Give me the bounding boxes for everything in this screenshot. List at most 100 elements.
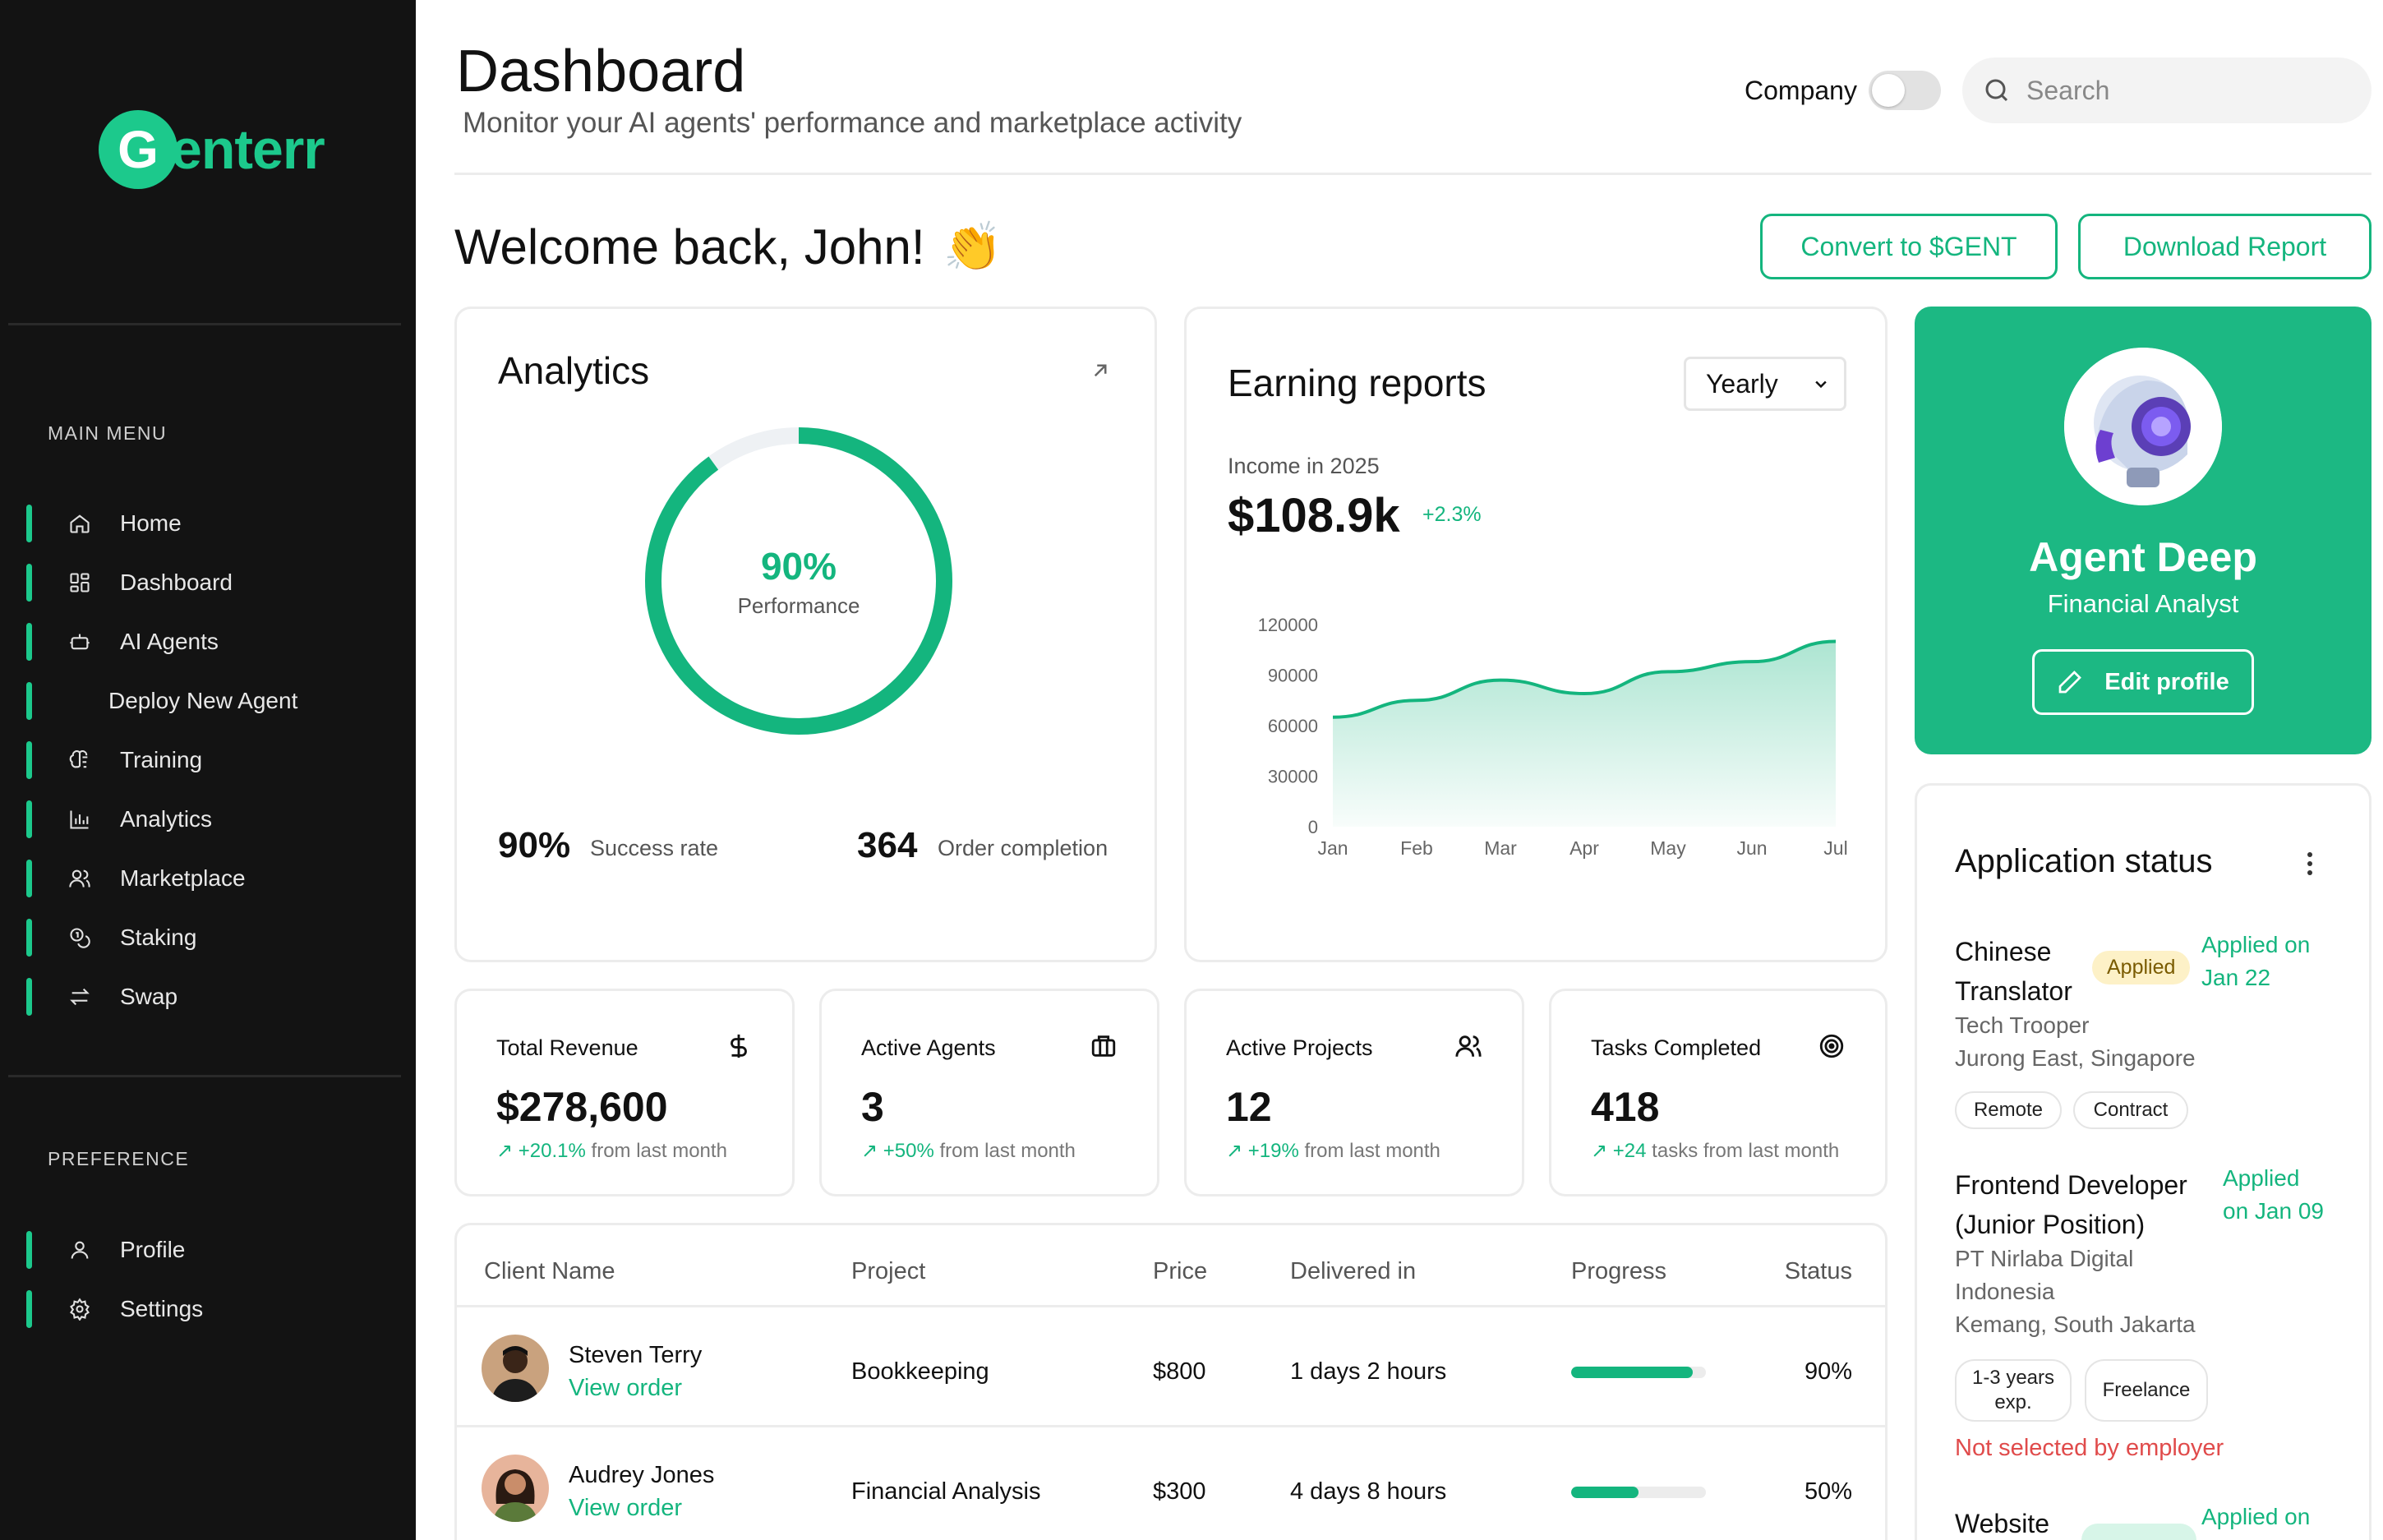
progress-fill	[1571, 1367, 1693, 1378]
kpi-change: ↗ +19% from last month	[1226, 1139, 1440, 1163]
more-options-icon[interactable]	[2302, 850, 2318, 883]
job-title-line: Website	[1955, 1509, 2050, 1538]
sidebar-item-home[interactable]: Home	[26, 505, 388, 542]
view-order-link[interactable]: View order	[569, 1495, 682, 1522]
kpi-change-value: +24	[1612, 1140, 1647, 1162]
donut-center: 90% Performance	[642, 424, 956, 738]
progress-fill	[1571, 1487, 1639, 1498]
view-order-link[interactable]: View order	[569, 1375, 682, 1402]
analytics-card: Analytics 90% Performance 90% Success ra…	[454, 307, 1157, 962]
kpi-change-suffix: from last month	[939, 1140, 1076, 1162]
delivered-cell: 4 days 8 hours	[1290, 1478, 1447, 1505]
column-header-project[interactable]: Project	[851, 1258, 925, 1285]
kpi-change: ↗ +20.1% from last month	[496, 1139, 727, 1163]
kpi-label: Active Projects	[1226, 1035, 1373, 1060]
price-cell: $800	[1153, 1358, 1206, 1385]
status-cell: 90%	[1804, 1358, 1852, 1385]
genterr-logo[interactable]: G enterr	[99, 110, 325, 189]
company-toggle[interactable]	[1869, 71, 1941, 110]
kpi-label: Total Revenue	[496, 1035, 638, 1060]
convert-to-gent-button[interactable]: Convert to $GENT	[1760, 214, 2058, 279]
column-header-status[interactable]: Status	[1785, 1258, 1852, 1285]
kpi-card-active-agents: Active Agents 3 ↗ +50% from last month	[819, 989, 1159, 1196]
main-menu-heading: MAIN MENU	[48, 422, 168, 444]
column-header-delivered[interactable]: Delivered in	[1290, 1258, 1416, 1285]
sidebar-item-swap[interactable]: Swap	[26, 978, 388, 1016]
avatar-photo	[482, 1455, 549, 1522]
earnings-area-chart: 120000 90000 60000 30000 0Jan Feb Mar Apr May Jun…	[1258, 615, 1848, 859]
applied-badge: Applied	[2092, 951, 2191, 984]
application-status-card: Application status Chinese Translator Ap…	[1915, 783, 2371, 1540]
y-tick-label: 60000	[1268, 716, 1318, 736]
sidebar-item-ai-agents[interactable]: AI Agents	[26, 623, 388, 661]
column-header-client[interactable]: Client Name	[484, 1258, 615, 1285]
progress-bar	[1571, 1487, 1706, 1498]
job-tag-line: 1-3 years	[1971, 1367, 2055, 1389]
performance-label: Performance	[737, 592, 860, 618]
sidebar-item-profile[interactable]: Profile	[26, 1231, 388, 1269]
agent-role: Financial Analyst	[2047, 589, 2239, 618]
avatar-photo	[482, 1335, 549, 1402]
sidebar-item-label: Dashboard	[120, 569, 233, 595]
job-company: Tech Trooper	[1955, 1012, 2090, 1038]
sidebar-item-deploy-new-agent[interactable]: Deploy New Agent	[26, 682, 388, 720]
y-tick-label: 0	[1308, 817, 1318, 837]
nav-indicator	[26, 800, 32, 838]
applied-date-line: Applied on	[2201, 1504, 2311, 1529]
download-report-button[interactable]: Download Report	[2078, 214, 2371, 279]
progress-bar	[1571, 1367, 1706, 1378]
job-title[interactable]: Chinese Translator	[1955, 932, 2072, 1011]
sidebar-item-label: AI Agents	[120, 629, 219, 654]
job-title[interactable]: Frontend Developer (Junior Position)	[1955, 1165, 2187, 1244]
column-header-price[interactable]: Price	[1153, 1258, 1207, 1285]
trend-up-icon: ↗	[496, 1140, 519, 1162]
kpi-change-suffix: from last month	[1304, 1140, 1440, 1162]
edit-profile-button[interactable]: Edit profile	[2032, 649, 2254, 715]
kpi-value: 12	[1226, 1084, 1272, 1130]
trend-up-icon: ↗	[1226, 1140, 1248, 1162]
client-name: Audrey Jones	[569, 1462, 715, 1488]
status-badge	[2081, 1524, 2196, 1540]
nav-indicator	[26, 741, 32, 779]
analytics-title: Analytics	[498, 349, 650, 392]
x-tick-label: Feb	[1400, 837, 1433, 859]
job-title-line: Chinese	[1955, 937, 2052, 966]
y-tick-label: 90000	[1268, 666, 1318, 686]
sidebar-item-label: Profile	[120, 1237, 186, 1262]
sidebar-divider	[8, 323, 401, 325]
x-tick-label: Apr	[1569, 837, 1599, 859]
job-title[interactable]: Website	[1955, 1504, 2049, 1540]
sidebar-item-label: Settings	[120, 1296, 204, 1321]
kpi-value: 3	[861, 1084, 884, 1130]
job-title-line: Frontend Developer	[1955, 1170, 2187, 1200]
users-icon	[67, 867, 92, 890]
table-header-divider	[457, 1305, 1885, 1307]
applied-date-line: Jan 22	[2201, 965, 2271, 990]
client-avatar	[482, 1455, 549, 1522]
welcome-heading: Welcome back, John! 👏	[454, 219, 1003, 275]
search-bar[interactable]	[1962, 58, 2371, 123]
sidebar-item-training[interactable]: Training	[26, 741, 388, 779]
applied-date-line: Applied on	[2201, 932, 2311, 957]
logo-wordmark: enterr	[171, 118, 325, 181]
period-select[interactable]: Yearly	[1684, 357, 1846, 411]
column-header-progress[interactable]: Progress	[1571, 1258, 1666, 1285]
sidebar-item-label: Swap	[120, 984, 178, 1009]
project-cell: Bookkeeping	[851, 1358, 989, 1385]
job-tag: Freelance	[2085, 1359, 2208, 1422]
kpi-card-total-revenue: Total Revenue $278,600 ↗ +20.1% from las…	[454, 989, 795, 1196]
sidebar-item-settings[interactable]: Settings	[26, 1290, 388, 1328]
toggle-knob	[1872, 74, 1905, 107]
kpi-change-value: +50%	[883, 1140, 934, 1162]
page-title: Dashboard	[456, 39, 746, 104]
sidebar-item-staking[interactable]: Staking	[26, 919, 388, 957]
home-icon	[67, 512, 92, 535]
sidebar-item-marketplace[interactable]: Marketplace	[26, 860, 388, 897]
search-input[interactable]	[2026, 69, 2355, 112]
sidebar-item-analytics[interactable]: Analytics	[26, 800, 388, 838]
x-tick-label: Mar	[1484, 837, 1517, 859]
expand-arrow-icon[interactable]	[1088, 358, 1113, 383]
sidebar-item-dashboard[interactable]: Dashboard	[26, 564, 388, 602]
robot-avatar-icon	[2064, 348, 2222, 505]
sidebar-item-label: Deploy New Agent	[108, 688, 298, 713]
